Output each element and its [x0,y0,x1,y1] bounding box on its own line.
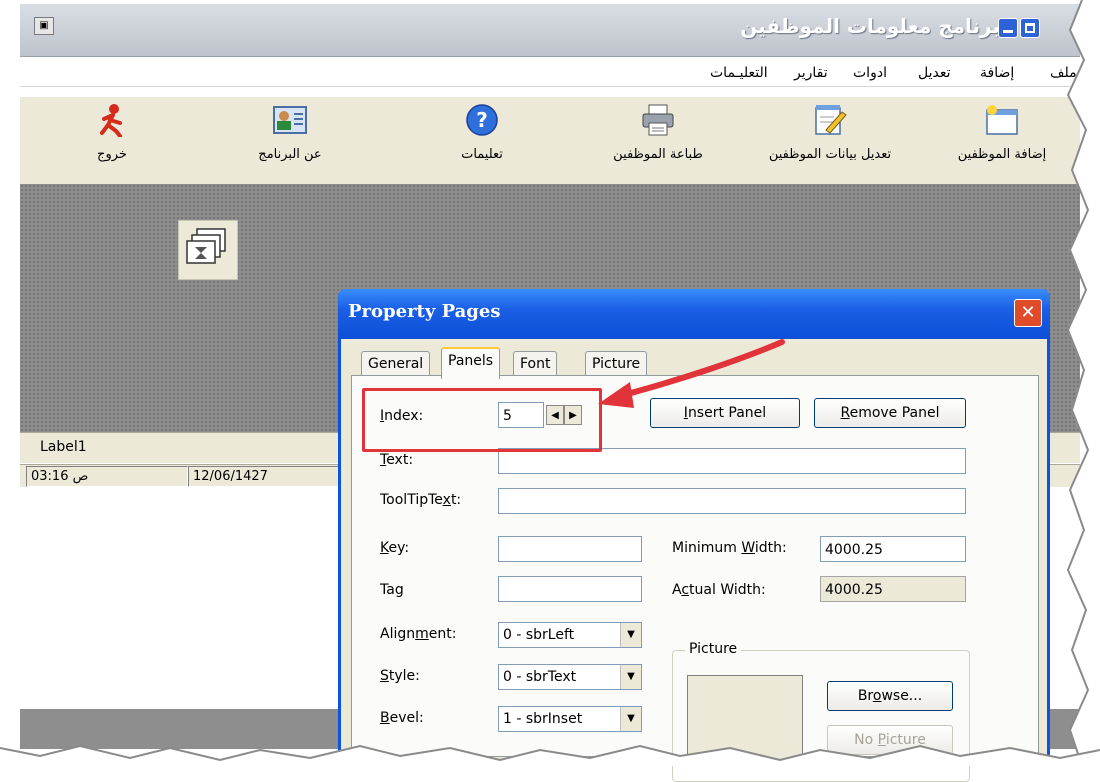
browse-pre: Br [857,688,873,704]
style-value: 0 - sbrText [503,669,577,685]
key-label: Key: [380,540,409,556]
menu-tools[interactable]: ادوات [853,65,887,81]
bevel-select[interactable]: 1 - sbrInset ▼ [498,706,642,732]
minimize-button[interactable] [998,18,1018,38]
tooltip-label-rest: t: [450,492,462,508]
about-card-icon [272,103,308,137]
close-icon[interactable]: ✕ [1014,299,1042,327]
add-folder-icon [984,103,1020,137]
chevron-down-icon[interactable]: ▼ [620,623,641,647]
toolbar-exit-button[interactable]: خروج [42,103,182,162]
bevel-rest: evel: [389,710,424,726]
maximize-button[interactable] [1020,18,1040,38]
actual-width-pre: A [672,582,682,598]
min-width-label: Minimum Width: [672,540,787,556]
menu-bar: التعليـمات تقارير ادوات تعديل إضافة ملف [20,62,1080,87]
browse-button[interactable]: Browse... [827,681,953,711]
toolbar-print-button[interactable]: طباعة الموظفين [588,103,728,162]
remove-accel: R [840,405,850,421]
status-time: ص 03:16 [26,466,188,487]
toolbar-add-button[interactable]: إضافة الموظفين [932,103,1072,162]
alignment-accel: m [415,626,429,642]
printer-icon [640,103,676,137]
red-arrow-annotation [598,339,785,408]
toolbar: خروج عن البرنامج ? تعليمات طباعة الموظفي… [20,96,1080,186]
remove-panel-button[interactable]: Remove Panel [814,398,966,428]
torn-edge-right [1062,0,1100,766]
cascade-windows-icon[interactable] [178,220,238,280]
style-rest: tyle: [388,668,420,684]
style-label: Style: [380,668,420,684]
exit-runner-icon [94,103,130,138]
tab-general[interactable]: General [361,351,431,376]
toolbar-edit-button[interactable]: تعديل بيانات الموظفين [760,103,900,162]
alignment-select[interactable]: 0 - sbrLeft ▼ [498,622,642,648]
tooltip-label: ToolTipText: [380,492,461,508]
menu-edit[interactable]: تعديل [918,65,951,81]
menu-add[interactable]: إضافة [980,65,1014,81]
min-width-input[interactable]: 4000.25 [820,536,966,562]
menu-reports[interactable]: تقارير [794,65,828,81]
alignment-label: Alignment: [380,626,456,642]
tab-panels[interactable]: Panels [441,347,501,379]
tooltip-input[interactable] [498,488,966,514]
actual-width-field: 4000.25 [820,576,966,602]
tag-label: Tag [380,582,404,598]
app-title: برنامج معلومات الموظفين [740,14,1000,38]
key-input[interactable] [498,536,642,562]
actual-width-label: Actual Width: [672,582,766,598]
bevel-accel: B [380,710,390,726]
picture-group-label: Picture [685,641,742,657]
dialog-title: Property Pages [348,301,501,322]
toolbar-about-label: عن البرنامج [258,147,322,162]
tooltip-label-accel: x [442,492,451,508]
text-label-text: ext: [386,452,414,468]
torn-edge-bottom [0,744,1100,766]
menu-help[interactable]: التعليـمات [710,65,768,81]
svg-text:?: ? [476,108,488,132]
tooltip-label-pre: ToolTipTe [380,492,443,508]
bevel-label: Bevel: [380,710,424,726]
style-accel: S [380,668,389,684]
chevron-down-icon[interactable]: ▼ [620,707,641,731]
min-width-pre: Minimum [672,540,742,556]
toolbar-about-button[interactable]: عن البرنامج [220,103,360,162]
actual-width-accel: c [681,582,690,598]
index-highlight-box [362,388,602,452]
alignment-value: 0 - sbrLeft [503,627,575,643]
toolbar-edit-label: تعديل بيانات الموظفين [768,147,892,162]
app-icon[interactable]: ▣ [34,17,54,35]
remove-label: emove Panel [849,405,940,421]
actual-width-rest: tual Width: [689,582,766,598]
alignment-rest: ent: [428,626,457,642]
status-date: 12/06/1427 [188,466,350,487]
app-titlebar[interactable]: ▣ برنامج معلومات الموظفين [20,4,1080,57]
edit-notepad-icon [812,103,848,137]
toolbar-exit-label: خروج [97,147,127,162]
style-select[interactable]: 0 - sbrText ▼ [498,664,642,690]
alignment-pre: Align [380,626,416,642]
tag-input[interactable] [498,576,642,602]
toolbar-print-label: طباعة الموظفين [613,147,703,162]
text-label: Text: [380,452,413,468]
label1: Label1 [40,439,87,455]
toolbar-add-label: إضافة الموظفين [957,147,1047,162]
chevron-down-icon[interactable]: ▼ [620,665,641,689]
min-width-accel: W [741,540,755,556]
help-icon: ? [464,103,500,137]
tab-font[interactable]: Font [513,351,558,376]
bevel-value: 1 - sbrInset [503,711,583,727]
key-label-text: ey: [388,540,410,556]
toolbar-help-button[interactable]: ? تعليمات [412,103,552,162]
min-width-rest: idth: [754,540,787,556]
browse-rest: wse... [881,688,923,704]
toolbar-help-label: تعليمات [461,147,503,162]
